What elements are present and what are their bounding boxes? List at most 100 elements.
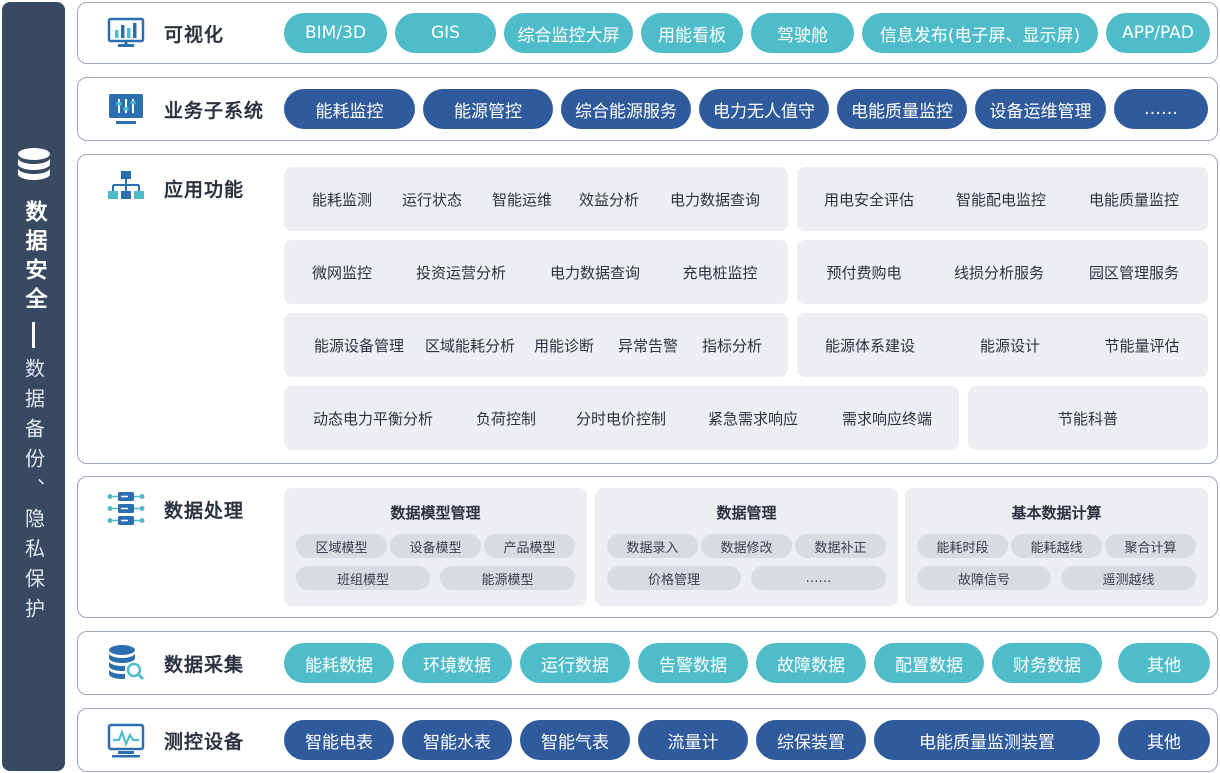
collection-item[interactable]: 其他 bbox=[1118, 643, 1210, 683]
layer-header: 数据处理 bbox=[106, 489, 281, 529]
vis-item[interactable]: BIM/3D bbox=[284, 13, 387, 53]
function-item[interactable]: 能耗监测 bbox=[298, 167, 386, 231]
function-item[interactable]: 智能配电监控 bbox=[937, 167, 1065, 231]
function-item[interactable]: 紧急需求响应 bbox=[690, 386, 816, 450]
function-item[interactable]: 智能运维 bbox=[478, 167, 566, 231]
device-item[interactable]: 流量计 bbox=[638, 720, 748, 760]
function-item[interactable]: 园区管理服务 bbox=[1071, 240, 1197, 304]
function-item[interactable]: 电力数据查询 bbox=[656, 167, 774, 231]
processing-chip[interactable]: 遥测越线 bbox=[1061, 566, 1196, 590]
processing-group-title: 数据模型管理 bbox=[390, 504, 481, 522]
collection-item[interactable]: 故障数据 bbox=[756, 643, 866, 683]
device-item[interactable]: 智能水表 bbox=[402, 720, 512, 760]
org-chart-icon bbox=[108, 171, 144, 199]
subsystem-item[interactable]: 设备运维管理 bbox=[975, 89, 1106, 129]
subsystem-item[interactable]: 电力无人值守 bbox=[699, 89, 829, 129]
function-item[interactable]: 预付费购电 bbox=[805, 240, 923, 304]
function-item[interactable]: 节能量评估 bbox=[1079, 313, 1205, 377]
function-item[interactable]: 用电安全评估 bbox=[805, 167, 933, 231]
dashboard-monitor-icon bbox=[107, 17, 145, 47]
collection-item[interactable]: 配置数据 bbox=[874, 643, 984, 683]
function-item[interactable]: 节能科普 bbox=[968, 386, 1208, 450]
function-item[interactable]: 电能质量监控 bbox=[1069, 167, 1199, 231]
processing-chip[interactable]: 价格管理 bbox=[607, 566, 741, 590]
processing-chip[interactable]: 区域模型 bbox=[296, 534, 387, 558]
layer-header: 数据采集 bbox=[106, 643, 281, 683]
function-item[interactable]: 线损分析服务 bbox=[935, 240, 1063, 304]
function-item[interactable]: 能源设备管理 bbox=[300, 313, 418, 377]
processing-chip[interactable]: 数据修改 bbox=[701, 534, 792, 558]
function-group: 微网监控 投资运营分析 电力数据查询 充电桩监控 bbox=[284, 240, 788, 304]
processing-chip[interactable]: 聚合计算 bbox=[1105, 534, 1196, 558]
layer-header: 应用功能 bbox=[106, 168, 281, 208]
collection-item[interactable]: 财务数据 bbox=[992, 643, 1102, 683]
processing-chip[interactable]: 能源模型 bbox=[440, 566, 575, 590]
subsystem-item[interactable]: …… bbox=[1114, 89, 1208, 129]
vis-item[interactable]: 信息发布(电子屏、显示屏) bbox=[862, 13, 1098, 53]
processing-group-title: 基本数据计算 bbox=[1011, 504, 1102, 522]
processing-group-title: 数据管理 bbox=[716, 504, 777, 522]
processing-group: 数据管理 数据录入 数据修改 数据补正 价格管理 …… bbox=[595, 488, 898, 606]
device-item[interactable]: 综保装置 bbox=[756, 720, 866, 760]
function-item[interactable]: 微网监控 bbox=[298, 240, 386, 304]
function-item[interactable]: 区域能耗分析 bbox=[418, 313, 522, 377]
layer-title: 测控设备 bbox=[164, 730, 245, 753]
subsystem-item[interactable]: 能耗监控 bbox=[284, 89, 415, 129]
processing-group: 数据模型管理 区域模型 设备模型 产品模型 班组模型 能源模型 bbox=[284, 488, 587, 606]
security-sub-label: 数据备份、隐私保护 bbox=[21, 358, 46, 628]
server-stack-icon bbox=[107, 492, 145, 525]
processing-chip[interactable]: 数据补正 bbox=[795, 534, 886, 558]
function-item[interactable]: 负荷控制 bbox=[460, 386, 552, 450]
processing-chip[interactable]: 班组模型 bbox=[296, 566, 430, 590]
layer-measurement-devices: 测控设备 智能电表 智能水表 智能气表 流量计 综保装置 电能质量监测装置 其他 bbox=[77, 708, 1218, 772]
layer-data-processing: 数据处理 数据模型管理 区域模型 设备模型 产品模型 班组模型 能源模型 数据管… bbox=[77, 476, 1218, 618]
function-item[interactable]: 需求响应终端 bbox=[824, 386, 950, 450]
collection-item[interactable]: 告警数据 bbox=[638, 643, 748, 683]
device-item[interactable]: 电能质量监测装置 bbox=[874, 720, 1100, 760]
function-group: 能耗监测 运行状态 智能运维 效益分析 电力数据查询 bbox=[284, 167, 788, 231]
function-item[interactable]: 异常告警 bbox=[606, 313, 690, 377]
vis-item[interactable]: 综合监控大屏 bbox=[504, 13, 633, 53]
collection-item[interactable]: 运行数据 bbox=[520, 643, 630, 683]
function-item[interactable]: 能源体系建设 bbox=[805, 313, 935, 377]
vis-item[interactable]: 驾驶舱 bbox=[751, 13, 854, 53]
function-item[interactable]: 分时电价控制 bbox=[564, 386, 678, 450]
device-item[interactable]: 其他 bbox=[1118, 720, 1210, 760]
vis-item[interactable]: 用能看板 bbox=[641, 13, 743, 53]
vis-item[interactable]: GIS bbox=[395, 13, 496, 53]
processing-chip[interactable]: 数据录入 bbox=[607, 534, 698, 558]
layer-data-collection: 数据采集 能耗数据 环境数据 运行数据 告警数据 故障数据 配置数据 财务数据 … bbox=[77, 631, 1218, 695]
subsystem-item[interactable]: 能源管控 bbox=[423, 89, 553, 129]
function-item[interactable]: 运行状态 bbox=[388, 167, 476, 231]
collection-item[interactable]: 环境数据 bbox=[402, 643, 512, 683]
subsystem-item[interactable]: 电能质量监控 bbox=[837, 89, 967, 129]
layer-header: 测控设备 bbox=[106, 720, 281, 760]
processing-chip[interactable]: 能耗时段 bbox=[917, 534, 1008, 558]
function-group: 能源体系建设 能源设计 节能量评估 bbox=[797, 313, 1208, 377]
processing-chip[interactable]: …… bbox=[751, 566, 886, 590]
processing-chip[interactable]: 故障信号 bbox=[917, 566, 1051, 590]
processing-chip[interactable]: 能耗越线 bbox=[1011, 534, 1102, 558]
function-item[interactable]: 动态电力平衡分析 bbox=[298, 386, 448, 450]
processing-chip[interactable]: 产品模型 bbox=[484, 534, 575, 558]
collection-item[interactable]: 能耗数据 bbox=[284, 643, 394, 683]
function-item[interactable]: 指标分析 bbox=[690, 313, 774, 377]
function-group: 能源设备管理 区域能耗分析 用能诊断 异常告警 指标分析 bbox=[284, 313, 788, 377]
processing-chip[interactable]: 设备模型 bbox=[390, 534, 481, 558]
subsystem-item[interactable]: 综合能源服务 bbox=[561, 89, 691, 129]
function-item[interactable]: 用能诊断 bbox=[522, 313, 606, 377]
layer-title: 数据采集 bbox=[164, 653, 245, 676]
function-item[interactable]: 效益分析 bbox=[564, 167, 654, 231]
device-item[interactable]: 智能气表 bbox=[520, 720, 630, 760]
database-icon bbox=[17, 148, 50, 180]
vis-item[interactable]: APP/PAD bbox=[1106, 13, 1210, 53]
database-search-icon bbox=[109, 645, 145, 681]
function-group: 动态电力平衡分析 负荷控制 分时电价控制 紧急需求响应 需求响应终端 bbox=[284, 386, 959, 450]
function-group: 预付费购电 线损分析服务 园区管理服务 bbox=[797, 240, 1208, 304]
function-item[interactable]: 投资运营分析 bbox=[402, 240, 520, 304]
function-item[interactable]: 充电桩监控 bbox=[670, 240, 770, 304]
function-group: 用电安全评估 智能配电监控 电能质量监控 bbox=[797, 167, 1208, 231]
function-item[interactable]: 电力数据查询 bbox=[536, 240, 654, 304]
device-item[interactable]: 智能电表 bbox=[284, 720, 394, 760]
function-item[interactable]: 能源设计 bbox=[947, 313, 1073, 377]
